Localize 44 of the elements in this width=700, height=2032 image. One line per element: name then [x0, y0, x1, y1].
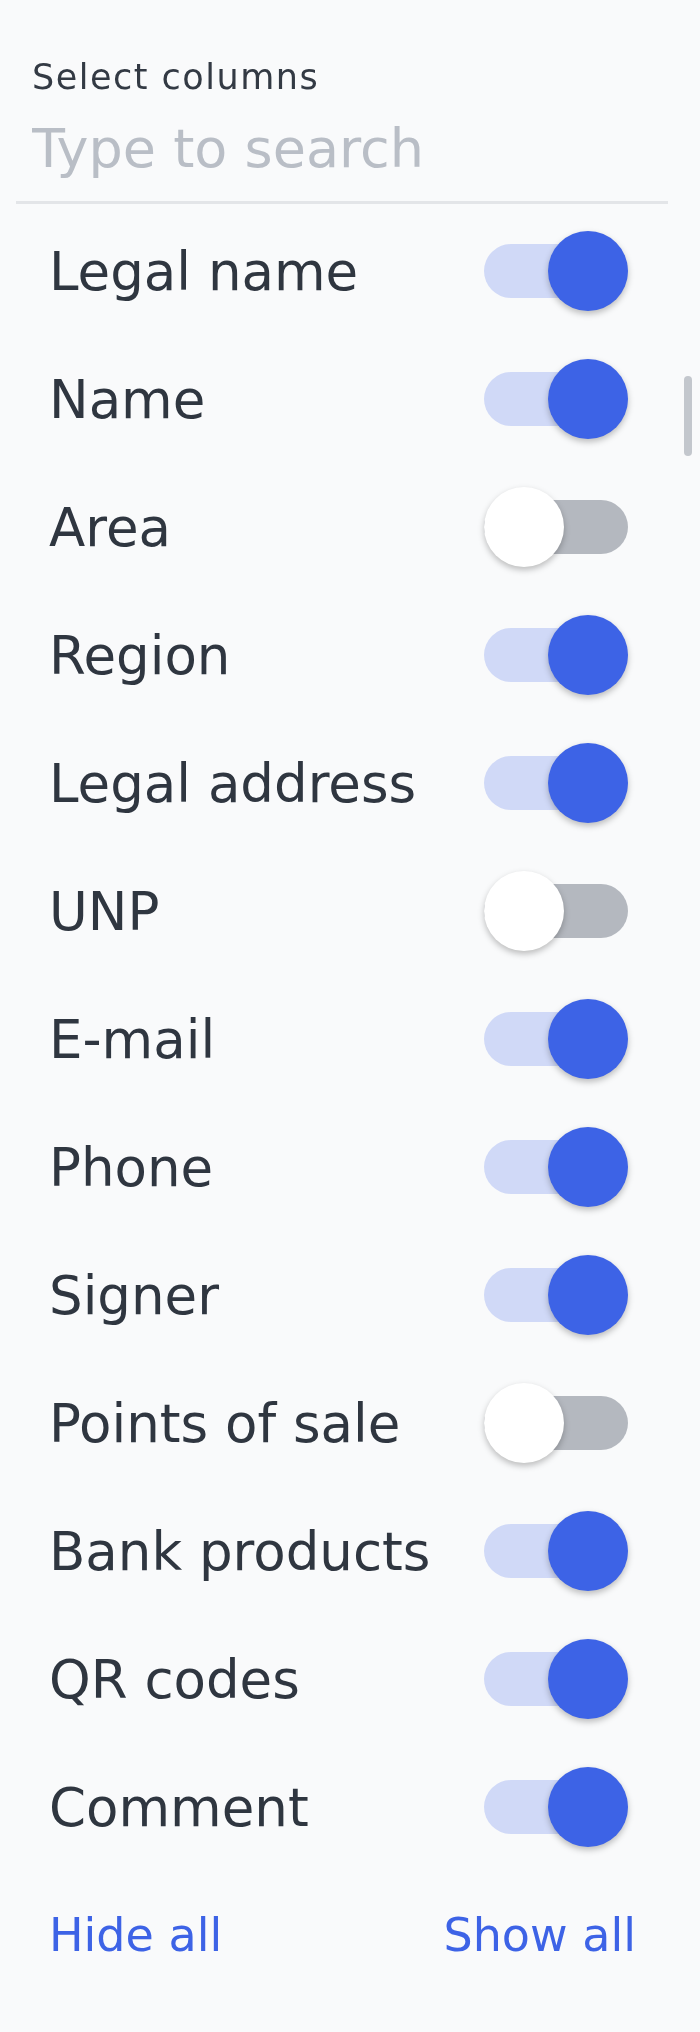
column-label: Name: [49, 368, 206, 430]
toggle-switch[interactable]: [484, 871, 628, 951]
toggle-switch[interactable]: [484, 1511, 628, 1591]
toggle-switch[interactable]: [484, 487, 628, 567]
scrollbar-thumb[interactable]: [684, 376, 692, 456]
column-label: QR codes: [49, 1648, 300, 1710]
column-label: Comment: [49, 1776, 309, 1838]
toggle-switch[interactable]: [484, 743, 628, 823]
toggle-switch[interactable]: [484, 1767, 628, 1847]
toggle-switch[interactable]: [484, 999, 628, 1079]
toggle-thumb[interactable]: [484, 1383, 564, 1463]
column-label: Region: [49, 624, 231, 686]
column-label: Legal address: [49, 752, 417, 814]
search-field[interactable]: Type to search: [16, 102, 668, 204]
column-label: Points of sale: [49, 1392, 401, 1454]
hide-all-link[interactable]: Hide all: [49, 1908, 223, 1962]
toggle-switch[interactable]: [484, 1255, 628, 1335]
column-label: Bank products: [49, 1520, 431, 1582]
toggle-switch[interactable]: [484, 359, 628, 439]
column-label: UNP: [49, 880, 160, 942]
column-label: Legal name: [49, 240, 359, 302]
column-label: E-mail: [49, 1008, 216, 1070]
toggle-thumb[interactable]: [548, 231, 628, 311]
toggle-switch[interactable]: [484, 1383, 628, 1463]
toggle-thumb[interactable]: [548, 1127, 628, 1207]
toggle-thumb[interactable]: [548, 999, 628, 1079]
toggle-switch[interactable]: [484, 1639, 628, 1719]
toggle-thumb[interactable]: [548, 1255, 628, 1335]
toggle-thumb[interactable]: [548, 743, 628, 823]
toggle-thumb[interactable]: [484, 487, 564, 567]
toggle-thumb[interactable]: [484, 871, 564, 951]
toggle-thumb[interactable]: [548, 615, 628, 695]
toggle-switch[interactable]: [484, 231, 628, 311]
toggle-thumb[interactable]: [548, 1767, 628, 1847]
toggle-thumb[interactable]: [548, 359, 628, 439]
column-label: Area: [49, 496, 171, 558]
toggle-switch[interactable]: [484, 1127, 628, 1207]
column-label: Phone: [49, 1136, 214, 1198]
column-label: Signer: [49, 1264, 219, 1326]
panel-title: Select columns: [32, 56, 321, 99]
toggle-switch[interactable]: [484, 615, 628, 695]
show-all-link[interactable]: Show all: [443, 1908, 636, 1962]
toggle-thumb[interactable]: [548, 1639, 628, 1719]
toggle-thumb[interactable]: [548, 1511, 628, 1591]
